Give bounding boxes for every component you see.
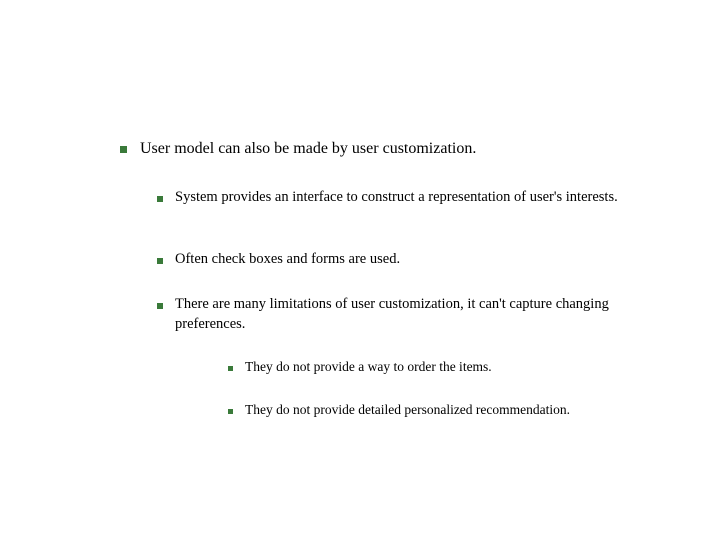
sub-bullet-text: Often check boxes and forms are used.	[175, 250, 655, 270]
square-bullet-icon	[228, 409, 233, 414]
main-bullet-text: User model can also be made by user cust…	[140, 138, 660, 160]
square-bullet-icon	[157, 258, 163, 264]
square-bullet-icon	[228, 366, 233, 371]
sub-bullet-text: System provides an interface to construc…	[175, 188, 655, 208]
square-bullet-icon	[120, 146, 127, 153]
square-bullet-icon	[157, 303, 163, 309]
slide: User model can also be made by user cust…	[0, 0, 720, 540]
sub-bullet-text: There are many limitations of user custo…	[175, 295, 655, 334]
square-bullet-icon	[157, 196, 163, 202]
subsub-bullet-text: They do not provide a way to order the i…	[245, 358, 665, 376]
subsub-bullet-text: They do not provide detailed personalize…	[245, 401, 665, 419]
